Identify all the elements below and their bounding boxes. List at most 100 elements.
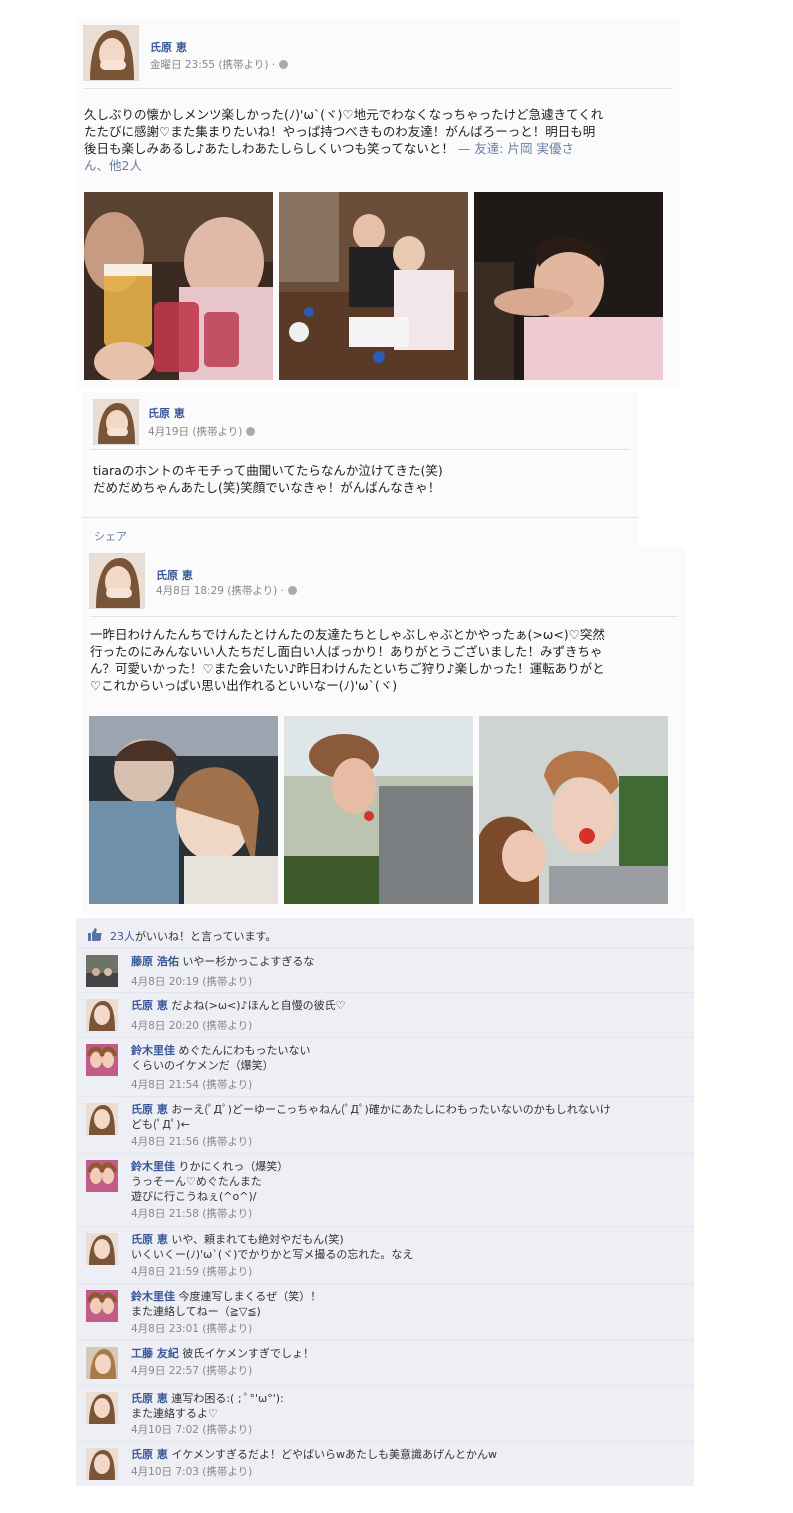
commenter-name[interactable]: 藤原 浩佑 xyxy=(131,955,179,968)
comment-body: 彼氏イケメンすぎでしょ！ xyxy=(182,1347,315,1360)
post-text: 久しぶりの懐かしメンツ楽しかった(ﾉ)'ω`(ヾ)♡地元でわなくなっちゃったけど… xyxy=(84,106,676,174)
timestamp-text: 4月8日 18:29 (携帯より) · xyxy=(156,585,284,597)
comment-body: 連写わ困る:( ; ﾟ°'ω°'): xyxy=(171,1392,284,1405)
commenter-avatar[interactable] xyxy=(86,999,118,1031)
comment-timestamp[interactable]: 4月8日 21:59 (携帯より) xyxy=(131,1264,252,1279)
avatar-photo xyxy=(86,1233,118,1265)
avatar-photo xyxy=(86,1392,118,1424)
photo-strawberry-couple xyxy=(479,716,668,904)
timestamp-text: 金曜日 23:55 (携帯より) · xyxy=(150,59,276,71)
avatar-photo xyxy=(84,26,138,80)
comment-text: 鈴木里佳 めぐたんにわもったいない くらいのイケメンだ（爆笑） xyxy=(131,1043,671,1073)
comment-body: 遊びに行こうねぇ(^o^)/ xyxy=(131,1190,257,1203)
avatar[interactable] xyxy=(93,399,139,445)
post-author[interactable]: 氏原 恵 xyxy=(156,567,193,583)
comment-text: 氏原 恵 イケメンすぎるだよ！どやばいらwあたしも美意識あげんとかんw xyxy=(131,1447,671,1462)
post-photo[interactable] xyxy=(279,192,468,380)
comment-text: 氏原 恵 おーえ(ﾟДﾟ)どーゆーこっちゃねん(ﾟДﾟ)確かにあたしにわもったい… xyxy=(131,1102,671,1132)
avatar-photo xyxy=(94,400,138,444)
divider xyxy=(82,517,638,518)
post-photo[interactable] xyxy=(84,192,273,380)
avatar[interactable] xyxy=(83,25,139,81)
comment-body: りかにくれっ（爆笑） xyxy=(178,1160,289,1173)
commenter-name[interactable]: 鈴木里佳 xyxy=(131,1160,175,1173)
commenter-name[interactable]: 鈴木里佳 xyxy=(131,1044,175,1057)
post-photo[interactable] xyxy=(89,716,278,904)
comment-timestamp[interactable]: 4月8日 21:54 (携帯より) xyxy=(131,1077,252,1092)
avatar-photo xyxy=(86,1290,118,1322)
post-photo[interactable] xyxy=(474,192,663,380)
commenter-name[interactable]: 氏原 恵 xyxy=(131,1392,168,1405)
comment-body: だよね(>ω<)♪ほんと自慢の彼氏♡ xyxy=(171,999,346,1012)
commenter-avatar[interactable] xyxy=(86,1160,118,1192)
commenter-avatar[interactable] xyxy=(86,1392,118,1424)
comment-body: また連絡してねー（≧▽≦) xyxy=(131,1305,261,1318)
post-text: 一昨日わけんたんちでけんたとけんたの友達たちとしゃぶしゃぶとかやったぁ(>ω<)… xyxy=(90,626,682,694)
commenter-avatar[interactable] xyxy=(86,1347,118,1379)
like-thumb-icon xyxy=(88,928,102,941)
commenter-name[interactable]: 鈴木里佳 xyxy=(131,1290,175,1303)
comment-text: 藤原 浩佑 いやー杉かっこよすぎるな xyxy=(131,954,671,969)
comment-timestamp[interactable]: 4月10日 7:02 (携帯より) xyxy=(131,1422,252,1437)
comment-body: いやー杉かっこよすぎるな xyxy=(182,955,315,968)
avatar-photo xyxy=(90,554,144,608)
comment-body: イケメンすぎるだよ！どやばいらwあたしも美意識あげんとかんw xyxy=(171,1448,498,1461)
comment-body: いや、頼まれても絶対やだもん(笑) xyxy=(171,1233,344,1246)
comment-text: 鈴木里佳 りかにくれっ（爆笑） うっそーん♡めぐたんまた 遊びに行こうねぇ(^o^)… xyxy=(131,1159,671,1204)
comment-body: おーえ(ﾟДﾟ)どーゆーこっちゃねん(ﾟДﾟ)確かにあたしにわもったいないのかも… xyxy=(171,1103,611,1116)
commenter-name[interactable]: 氏原 恵 xyxy=(131,1233,168,1246)
comment-timestamp[interactable]: 4月8日 21:58 (携帯より) xyxy=(131,1206,252,1221)
comment: 鈴木里佳 今度連写しまくるぜ（笑）！ また連絡してねー（≧▽≦) 4月8日 23:… xyxy=(76,1283,694,1340)
post-timestamp[interactable]: 金曜日 23:55 (携帯より) · xyxy=(150,57,289,72)
post-author[interactable]: 氏原 恵 xyxy=(150,39,187,55)
avatar[interactable] xyxy=(89,553,145,609)
comment-timestamp[interactable]: 4月10日 7:03 (携帯より) xyxy=(131,1464,252,1479)
photo-strawberry-picking xyxy=(284,716,473,904)
photo-bar-drinks xyxy=(84,192,273,380)
commenter-avatar[interactable] xyxy=(86,1103,118,1135)
shared-post-card: 氏原 恵 4月19日 (携帯より) tiaraのホントのキモチって曲聞いてたらな… xyxy=(82,392,638,550)
likes-count-link[interactable]: 23人 xyxy=(110,930,135,943)
post-text-line: ♡これからいっぱい思い出作れるといいなー(ﾉ)'ω`(ヾ) xyxy=(90,678,398,693)
comment-timestamp[interactable]: 4月8日 23:01 (携帯より) xyxy=(131,1321,252,1336)
post-timestamp[interactable]: 4月19日 (携帯より) xyxy=(148,424,256,439)
commenter-name[interactable]: 工藤 友紀 xyxy=(131,1347,179,1360)
globe-icon xyxy=(279,60,289,69)
comment-body: また連絡するよ♡ xyxy=(131,1407,218,1420)
commenter-avatar[interactable] xyxy=(86,1044,118,1076)
post-timestamp[interactable]: 4月8日 18:29 (携帯より) · xyxy=(156,583,297,598)
comment: 氏原 恵 イケメンすぎるだよ！どやばいらwあたしも美意識あげんとかんw 4月10… xyxy=(76,1441,694,1486)
commenter-avatar[interactable] xyxy=(86,1290,118,1322)
globe-icon xyxy=(246,427,256,436)
commenter-name[interactable]: 氏原 恵 xyxy=(131,999,168,1012)
avatar-photo xyxy=(86,1448,118,1480)
comment-body: めぐたんにわもったいない xyxy=(178,1044,311,1057)
post-text-segment: 後日も楽しみあるし♪あたしわあたしらしくいつも笑ってないと！ xyxy=(84,141,458,156)
post-text-line: tiaraのホントのキモチって曲聞いてたらなんか泣けてきた(笑) xyxy=(93,463,443,478)
share-label: シェア xyxy=(94,530,127,543)
timestamp-text: 4月19日 (携帯より) xyxy=(148,426,243,438)
comment-timestamp[interactable]: 4月8日 21:56 (携帯より) xyxy=(131,1134,252,1149)
commenter-avatar[interactable] xyxy=(86,1448,118,1480)
comment-timestamp[interactable]: 4月8日 20:19 (携帯より) xyxy=(131,974,252,989)
post-photo[interactable] xyxy=(284,716,473,904)
comment-text: 鈴木里佳 今度連写しまくるぜ（笑）！ また連絡してねー（≧▽≦) xyxy=(131,1289,671,1319)
post-photo[interactable] xyxy=(479,716,668,904)
avatar-photo xyxy=(86,1103,118,1135)
commenter-name[interactable]: 氏原 恵 xyxy=(131,1448,168,1461)
post-text-line: ん？可愛いかった！♡また会いたい♪昨日わけんたといちご狩り♪楽しかった！運転あり… xyxy=(90,661,605,676)
comment-timestamp[interactable]: 4月9日 22:57 (携帯より) xyxy=(131,1363,252,1378)
commenter-name[interactable]: 氏原 恵 xyxy=(131,1103,168,1116)
post-text-line: 一昨日わけんたんちでけんたとけんたの友達たちとしゃぶしゃぶとかやったぁ(>ω<)… xyxy=(90,627,605,642)
commenter-avatar[interactable] xyxy=(86,955,118,987)
tagged-friends-link[interactable]: — 友達: 片岡 実優さ xyxy=(458,141,574,156)
likes-suffix: がいいね！と言っています。 xyxy=(135,930,277,943)
likes-row: 23人がいいね！と言っています。 xyxy=(76,924,694,946)
post-author[interactable]: 氏原 恵 xyxy=(148,405,185,421)
divider xyxy=(90,449,630,450)
comment-timestamp[interactable]: 4月8日 20:20 (携帯より) xyxy=(131,1018,252,1033)
tagged-friends-link[interactable]: ん、他2人 xyxy=(84,157,676,174)
commenter-avatar[interactable] xyxy=(86,1233,118,1265)
comment-body: いくいくー(ﾉ)'ω`(ヾ)でかりかと写メ撮るの忘れた。なえ xyxy=(131,1248,414,1261)
photo-car-selfie xyxy=(89,716,278,904)
